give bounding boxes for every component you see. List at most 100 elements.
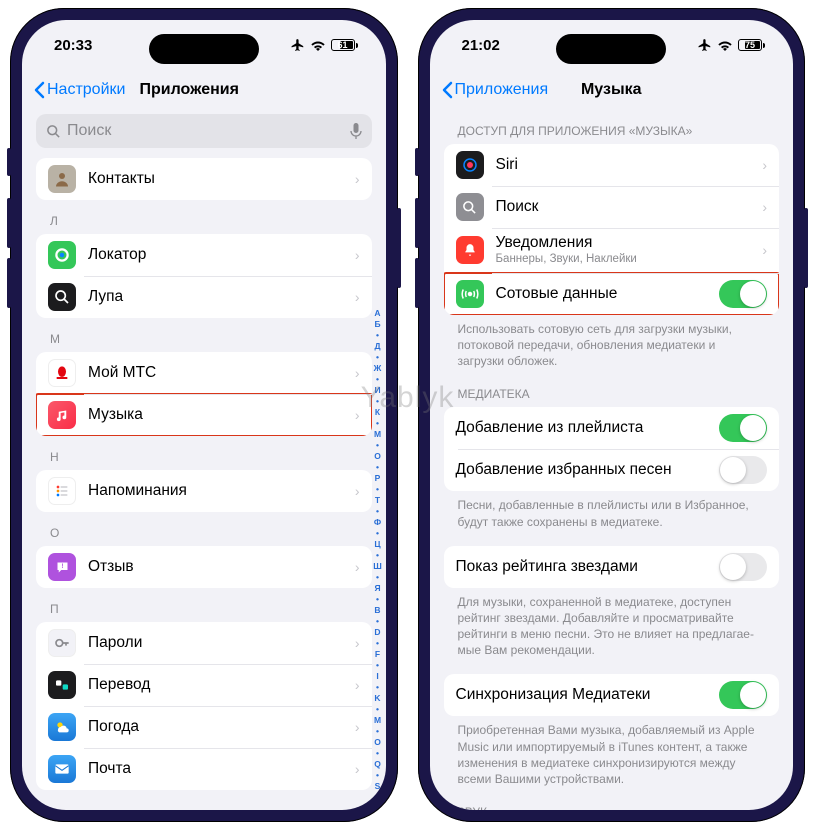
- battery-level: 61: [337, 40, 347, 50]
- chevron-right-icon: ›: [762, 242, 767, 258]
- chevron-right-icon: ›: [762, 199, 767, 215]
- chevron-right-icon: ›: [762, 157, 767, 173]
- row-sync-library[interactable]: Синхронизация Медиатеки: [444, 674, 780, 716]
- row-add-playlist[interactable]: Добавление из плейлиста: [444, 407, 780, 449]
- siri-icon: [456, 151, 484, 179]
- section-header-n: Н: [36, 436, 372, 470]
- section-footer: Использовать сотовую сеть для загрузки м…: [444, 315, 780, 374]
- search-placeholder: Поиск: [67, 122, 111, 140]
- row-feedback[interactable]: ! Отзыв ›: [36, 546, 372, 588]
- nav-title: Музыка: [581, 81, 642, 99]
- row-label: Добавление избранных песен: [456, 461, 708, 479]
- chevron-right-icon: ›: [355, 719, 360, 735]
- music-settings-scroll[interactable]: ДОСТУП ДЛЯ ПРИЛОЖЕНИЯ «МУЗЫКА» Siri › По…: [430, 110, 794, 810]
- row-label: Музыка: [88, 406, 343, 424]
- row-label: Сотовые данные: [496, 285, 708, 303]
- wifi-icon: [310, 39, 326, 51]
- mic-icon[interactable]: [350, 123, 362, 140]
- row-label: Пароли: [88, 634, 343, 652]
- row-notifications[interactable]: Уведомления Баннеры, Звуки, Наклейки ›: [444, 228, 780, 273]
- row-label: Показ рейтинга звездами: [456, 558, 708, 576]
- notifications-icon: [456, 236, 484, 264]
- row-label: Мой МТС: [88, 364, 343, 382]
- section-header-m: М: [36, 318, 372, 352]
- search-icon: [46, 124, 61, 139]
- row-search-settings[interactable]: Поиск ›: [444, 186, 780, 228]
- row-magnifier[interactable]: Лупа ›: [36, 276, 372, 318]
- reminders-icon: [48, 477, 76, 505]
- chevron-right-icon: ›: [355, 289, 360, 305]
- add-favorites-toggle[interactable]: [719, 456, 767, 484]
- row-contacts[interactable]: Контакты ›: [36, 158, 372, 200]
- battery-level: 75: [745, 40, 755, 50]
- row-passwords[interactable]: Пароли ›: [36, 622, 372, 664]
- chevron-right-icon: ›: [355, 559, 360, 575]
- chevron-right-icon: ›: [355, 247, 360, 263]
- row-subtitle: Баннеры, Звуки, Наклейки: [496, 253, 751, 267]
- mail-icon: [48, 755, 76, 783]
- apps-list-scroll[interactable]: АБ•Д•Ж•И•К•М•О•Р•Т•Ф•Ц•Ш•Я•B•D•F•I•K•M•O…: [22, 158, 386, 810]
- chevron-left-icon: [34, 81, 45, 99]
- nav-bar: Настройки Приложения: [22, 70, 386, 110]
- add-playlist-toggle[interactable]: [719, 414, 767, 442]
- section-header-library: МЕДИАТЕКА: [444, 373, 780, 407]
- back-label: Приложения: [455, 81, 549, 99]
- section-header-o: О: [36, 512, 372, 546]
- nav-bar: Приложения Музыка: [430, 70, 794, 110]
- phone-left: 20:33 61 Настройки Приложения Поиск: [10, 8, 398, 822]
- row-findmy[interactable]: Локатор ›: [36, 234, 372, 276]
- row-label: Siri: [496, 156, 751, 174]
- row-reminders[interactable]: Напоминания ›: [36, 470, 372, 512]
- row-music[interactable]: Музыка ›: [36, 394, 372, 436]
- section-header-access: ДОСТУП ДЛЯ ПРИЛОЖЕНИЯ «МУЗЫКА»: [444, 110, 780, 144]
- chevron-right-icon: ›: [355, 761, 360, 777]
- row-label: Синхронизация Медиатеки: [456, 686, 708, 704]
- cellular-toggle[interactable]: [719, 280, 767, 308]
- status-time: 21:02: [462, 37, 500, 54]
- feedback-icon: !: [48, 553, 76, 581]
- section-header-sound: ЗВУК: [444, 791, 780, 810]
- row-weather[interactable]: Погода ›: [36, 706, 372, 748]
- section-footer: Песни, добавленные в плейлисты или в Изб…: [444, 491, 780, 533]
- contacts-icon: [48, 165, 76, 193]
- chevron-left-icon: [442, 81, 453, 99]
- row-star-rating[interactable]: Показ рейтинга звездами: [444, 546, 780, 588]
- findmy-icon: [48, 241, 76, 269]
- section-footer: Приобретенная Вами музыка, добавляемый и…: [444, 716, 780, 791]
- row-mail[interactable]: Почта ›: [36, 748, 372, 790]
- row-mts[interactable]: Мой МТС ›: [36, 352, 372, 394]
- music-icon: [48, 401, 76, 429]
- star-rating-toggle[interactable]: [719, 553, 767, 581]
- row-label: Напоминания: [88, 482, 343, 500]
- search-field[interactable]: Поиск: [36, 114, 372, 148]
- chevron-right-icon: ›: [355, 483, 360, 499]
- row-label: Лупа: [88, 288, 343, 306]
- back-button[interactable]: Приложения: [442, 81, 549, 99]
- row-cellular[interactable]: Сотовые данные: [444, 273, 780, 315]
- section-footer: Для музыки, сохраненной в медиатеке, дос…: [444, 588, 780, 663]
- row-add-favorites[interactable]: Добавление избранных песен: [444, 449, 780, 491]
- svg-text:!: !: [61, 563, 63, 570]
- chevron-right-icon: ›: [355, 171, 360, 187]
- passwords-icon: [48, 629, 76, 657]
- section-header-l: Л: [36, 200, 372, 234]
- chevron-right-icon: ›: [355, 677, 360, 693]
- back-label: Настройки: [47, 81, 125, 99]
- row-label: Локатор: [88, 246, 343, 264]
- back-button[interactable]: Настройки: [34, 81, 125, 99]
- phone-right: 21:02 75 Приложения Музыка ДОСТУП ДЛЯ ПР…: [418, 8, 806, 822]
- mts-icon: [48, 359, 76, 387]
- row-translate[interactable]: Перевод ›: [36, 664, 372, 706]
- chevron-right-icon: ›: [355, 635, 360, 651]
- row-siri[interactable]: Siri ›: [444, 144, 780, 186]
- airplane-icon: [698, 38, 712, 52]
- sync-library-toggle[interactable]: [719, 681, 767, 709]
- row-label: Погода: [88, 718, 343, 736]
- row-label: Отзыв: [88, 558, 343, 576]
- index-rail[interactable]: АБ•Д•Ж•И•К•М•О•Р•Т•Ф•Ц•Ш•Я•B•D•F•I•K•M•O…: [372, 308, 384, 790]
- nav-title: Приложения: [139, 81, 239, 99]
- weather-icon: [48, 713, 76, 741]
- section-header-p: П: [36, 588, 372, 622]
- status-time: 20:33: [54, 37, 92, 54]
- row-label: Почта: [88, 760, 343, 778]
